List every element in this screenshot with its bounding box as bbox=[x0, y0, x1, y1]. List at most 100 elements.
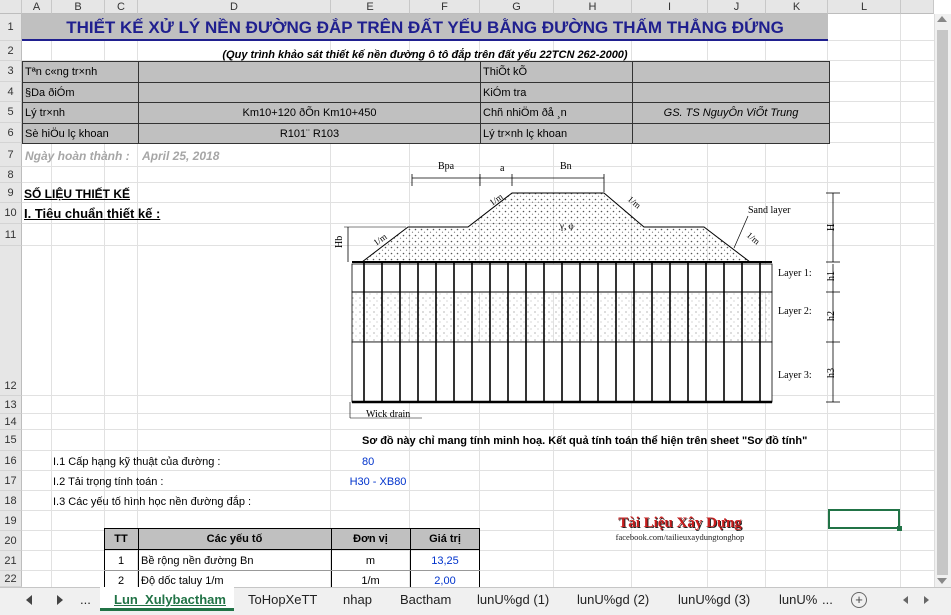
table-row-2-value[interactable]: 2,00 bbox=[410, 573, 480, 587]
borehole-route-label[interactable]: Lý tr×nh lç khoan bbox=[483, 125, 631, 143]
row-header-9[interactable]: 9 bbox=[0, 183, 22, 203]
design-data-heading[interactable]: SỐ LIỆU THIẾT KẾ bbox=[24, 185, 164, 203]
table-row-2-factor[interactable]: Độ dốc taluy 1/m bbox=[141, 573, 331, 587]
row-header-2[interactable]: 2 bbox=[0, 41, 22, 61]
column-header-b[interactable]: B bbox=[52, 0, 105, 14]
table-header-value[interactable]: Giá trị bbox=[410, 531, 480, 547]
table-row-2-unit[interactable]: 1/m bbox=[331, 573, 410, 587]
tab-lungd-2[interactable]: lunU%gd (2) bbox=[567, 590, 659, 610]
row-header-7[interactable]: 7 bbox=[0, 143, 22, 167]
tab-bactham[interactable]: Bactham bbox=[390, 590, 461, 610]
geometry-label[interactable]: I.3 Các yếu tố hình học nền đường đắp : bbox=[53, 494, 333, 510]
column-header-l[interactable]: L bbox=[828, 0, 901, 14]
row-header-8[interactable]: 8 bbox=[0, 167, 22, 183]
row-header-14[interactable]: 14 bbox=[0, 414, 22, 430]
column-header-e[interactable]: E bbox=[331, 0, 410, 14]
fill-handle[interactable] bbox=[897, 526, 902, 531]
tab-ellipsis-left[interactable]: ... bbox=[76, 590, 95, 610]
row-header-17[interactable]: 17 bbox=[0, 471, 22, 491]
table-header-factor[interactable]: Các yếu tố bbox=[138, 531, 331, 547]
tab-lungd-3[interactable]: lunU%gd (3) bbox=[668, 590, 760, 610]
road-grade-value[interactable]: 80 bbox=[362, 454, 422, 470]
row-header-22[interactable]: 22 bbox=[0, 571, 22, 587]
table-row-1-value[interactable]: 13,25 bbox=[410, 553, 480, 569]
logo-title: Tài Liệu Xây Dựng bbox=[618, 515, 742, 531]
row-header-11[interactable]: 11 bbox=[0, 224, 22, 246]
column-header-d[interactable]: D bbox=[138, 0, 331, 14]
tab-tohopxett[interactable]: ToHopXeTT bbox=[238, 590, 327, 610]
table-row-2-tt[interactable]: 2 bbox=[104, 573, 138, 587]
route-value[interactable]: Km10+120 ðÕn Km10+450 bbox=[139, 104, 480, 122]
cross-section-diagram[interactable]: Bpa a Bn 1/m 1/m 1/m 1/m γ, φ Sand layer… bbox=[330, 156, 850, 426]
borehole-value[interactable]: R101¨ R103 bbox=[139, 125, 480, 143]
scroll-down-icon[interactable] bbox=[937, 578, 947, 584]
design-load-value[interactable]: H30 - XB80 bbox=[338, 474, 418, 490]
project-manager-label[interactable]: Chñ nhiÖm ðå ¸n bbox=[483, 104, 631, 122]
route-label[interactable]: Lý tr×nh bbox=[25, 104, 135, 122]
wick-drain-label: Wick drain bbox=[366, 409, 410, 420]
column-header-i[interactable]: I bbox=[632, 0, 708, 14]
tab-lungd-1[interactable]: lunU%gd (1) bbox=[467, 590, 559, 610]
tab-scroll-left-icon[interactable] bbox=[26, 595, 32, 605]
checker-label[interactable]: KiÓm tra bbox=[483, 84, 631, 102]
designer-label[interactable]: ThiÕt kÕ bbox=[483, 63, 631, 81]
row-header-15[interactable]: 15 bbox=[0, 430, 22, 451]
row-header-10[interactable]: 10 bbox=[0, 203, 22, 224]
road-grade-label[interactable]: I.1 Cấp hạng kỹ thuật của đường : bbox=[53, 454, 293, 470]
scroll-up-icon[interactable] bbox=[937, 16, 947, 22]
row-header-4[interactable]: 4 bbox=[0, 82, 22, 102]
row-header-5[interactable]: 5 bbox=[0, 102, 22, 123]
table-row-1-unit[interactable]: m bbox=[331, 553, 410, 569]
tab-nhap[interactable]: nhap bbox=[333, 590, 382, 610]
borehole-label[interactable]: Sè hiÖu lç khoan bbox=[25, 125, 135, 143]
design-load-label[interactable]: I.2 Tải trọng tính toán : bbox=[53, 474, 293, 490]
row-header-21[interactable]: 21 bbox=[0, 551, 22, 571]
tab-label-lun-xulybactham: Lun_Xulybactham bbox=[114, 592, 226, 607]
a-label: a bbox=[500, 163, 505, 174]
row-header-18[interactable]: 18 bbox=[0, 491, 22, 511]
tab-scroll-right-icon[interactable] bbox=[57, 595, 63, 605]
h3-label: h3 bbox=[826, 368, 837, 378]
row-header-3[interactable]: 3 bbox=[0, 61, 22, 82]
horizontal-scroll-left-icon[interactable] bbox=[903, 596, 908, 604]
slope-label-2: 1/m bbox=[626, 194, 643, 211]
table-header-tt[interactable]: TT bbox=[104, 531, 138, 547]
column-header-a[interactable]: A bbox=[22, 0, 52, 14]
site-logo: Tài Liệu Xây Dựng facebook.com/tailieuxa… bbox=[600, 515, 760, 551]
column-header-k[interactable]: K bbox=[766, 0, 828, 14]
layer-2-label: Layer 2: bbox=[778, 306, 812, 317]
table-header-unit[interactable]: Đơn vị bbox=[331, 531, 410, 547]
table-row-1-tt[interactable]: 1 bbox=[104, 553, 138, 569]
horizontal-scroll-right-icon[interactable] bbox=[924, 596, 929, 604]
project-manager-value[interactable]: GS. TS NguyÔn ViÕt Trung bbox=[633, 104, 829, 122]
column-header-g[interactable]: G bbox=[480, 0, 554, 14]
row-header-12[interactable]: 12 bbox=[0, 246, 22, 396]
design-standard-heading[interactable]: I. Tiêu chuẩn thiết kế : bbox=[24, 205, 204, 223]
vertical-scroll-thumb[interactable] bbox=[937, 30, 948, 575]
column-header-f[interactable]: F bbox=[410, 0, 480, 14]
slope-label-4: 1/m bbox=[745, 230, 762, 247]
page-title: THIẾT KẾ XỬ LÝ NỀN ĐƯỜNG ĐẮP TRÊN ĐẤT YẾ… bbox=[66, 18, 784, 37]
row-header-16[interactable]: 16 bbox=[0, 451, 22, 471]
selected-cell[interactable] bbox=[828, 509, 900, 529]
row-header-19[interactable]: 19 bbox=[0, 511, 22, 531]
row-header-1[interactable]: 1 bbox=[0, 14, 22, 41]
tab-ellipsis-right[interactable]: ... bbox=[818, 590, 837, 610]
embankment-fill bbox=[360, 192, 752, 263]
select-all-corner[interactable] bbox=[0, 0, 22, 14]
row-header-6[interactable]: 6 bbox=[0, 123, 22, 143]
row-header-13[interactable]: 13 bbox=[0, 396, 22, 414]
column-header-c[interactable]: C bbox=[105, 0, 138, 14]
column-header-j[interactable]: J bbox=[708, 0, 766, 14]
diagram-note[interactable]: Sơ đồ này chỉ mang tính minh hoạ. Kết qu… bbox=[362, 433, 842, 449]
table-row-1-factor[interactable]: Bề rộng nền đường Bn bbox=[141, 553, 331, 569]
add-sheet-icon[interactable]: + bbox=[851, 592, 867, 608]
h2-label: h2 bbox=[826, 311, 837, 321]
row-header-20[interactable]: 20 bbox=[0, 531, 22, 551]
column-header-h[interactable]: H bbox=[554, 0, 632, 14]
project-name-label[interactable]: Tªn c«ng tr×nh bbox=[25, 63, 135, 81]
bpa-label: Bpa bbox=[438, 161, 455, 172]
location-label[interactable]: §Da ðiÓm bbox=[25, 84, 135, 102]
date-label[interactable]: Ngày hoàn thành : bbox=[25, 147, 140, 165]
date-value[interactable]: April 25, 2018 bbox=[142, 147, 262, 165]
